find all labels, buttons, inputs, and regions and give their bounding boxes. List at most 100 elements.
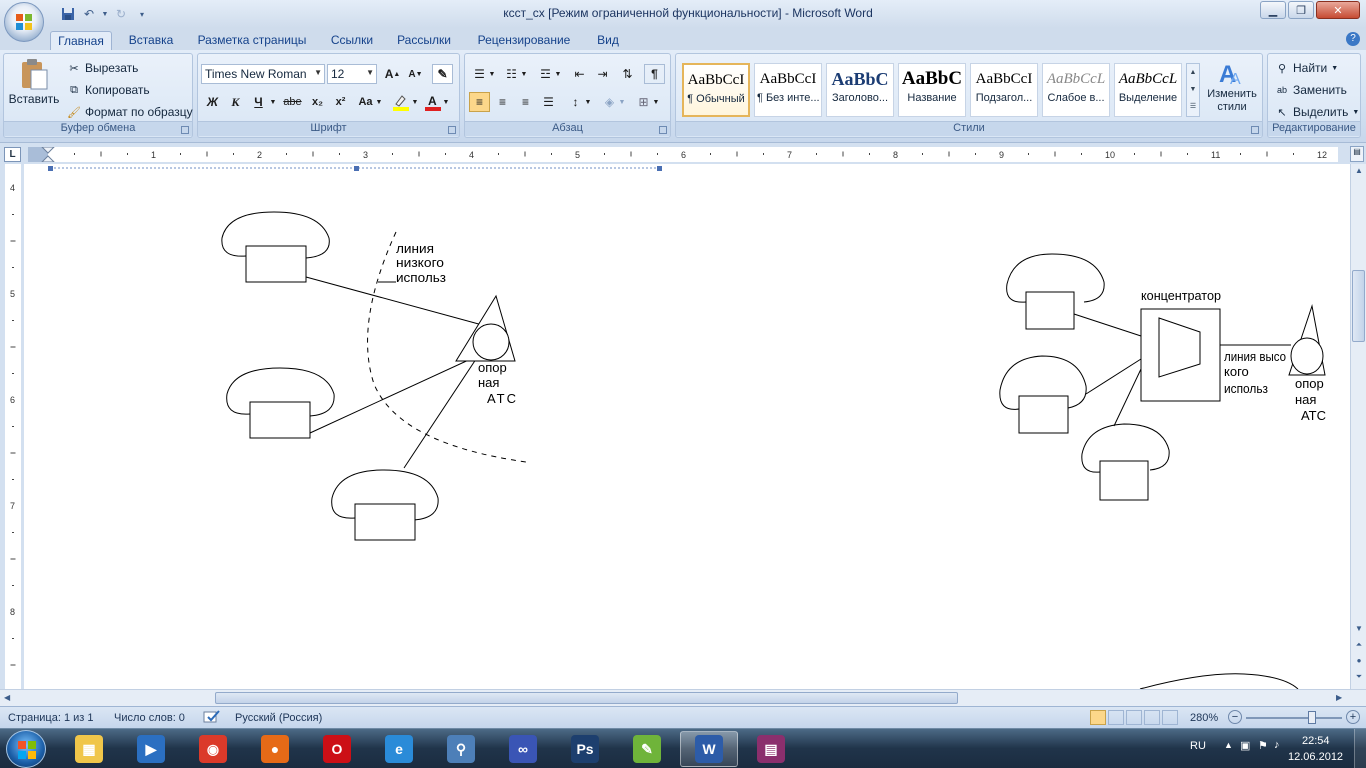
vertical-scroll-thumb[interactable] [1352, 270, 1365, 342]
clock-time[interactable]: 22:54 [1302, 735, 1330, 747]
tab-insert[interactable]: Вставка [120, 31, 182, 50]
zoom-slider[interactable] [1246, 717, 1342, 719]
language-indicator[interactable]: Русский (Россия) [235, 712, 322, 724]
highlight-dropdown-icon[interactable]: ▼ [410, 92, 420, 112]
tab-mailings[interactable]: Рассылки [390, 31, 458, 50]
zoom-in-icon[interactable]: + [1346, 710, 1360, 724]
decrease-indent-icon[interactable]: ⇤ [569, 64, 590, 84]
network-icon[interactable]: ▣ [1240, 739, 1250, 752]
taskbar-item[interactable]: Ps [556, 731, 614, 767]
highlight-icon[interactable] [390, 92, 411, 112]
taskbar-item[interactable]: ∞ [494, 731, 552, 767]
subscript-button[interactable]: x₂ [307, 92, 328, 112]
taskbar-item[interactable]: ◉ [184, 731, 242, 767]
tab-home[interactable]: Главная [50, 31, 112, 50]
font-name-select[interactable]: Times New Roman ▼ [201, 64, 325, 84]
flag-icon[interactable]: ⚑ [1258, 739, 1268, 752]
zoom-level[interactable]: 280% [1190, 712, 1218, 724]
taskbar-item[interactable]: ⚲ [432, 731, 490, 767]
shading-dropdown-icon[interactable]: ▼ [617, 92, 627, 112]
clear-formatting-icon[interactable]: ✎ [432, 64, 453, 84]
sort-icon[interactable]: ⇅ [617, 64, 638, 84]
show-hidden-icons[interactable]: ▲ [1224, 740, 1233, 750]
taskbar-item[interactable]: ▤ [742, 731, 800, 767]
align-right-icon[interactable]: ≡ [515, 92, 536, 112]
close-button[interactable]: ✕ [1316, 1, 1360, 19]
browse-object-icon[interactable]: ● [1353, 656, 1365, 668]
zoom-slider-thumb[interactable] [1308, 711, 1316, 724]
draft-view-icon[interactable] [1162, 710, 1178, 725]
volume-icon[interactable]: ♪ [1274, 739, 1280, 751]
tab-page-layout[interactable]: Разметка страницы [192, 31, 312, 50]
shrink-font-icon[interactable]: A ▼ [405, 64, 426, 84]
horizontal-scrollbar[interactable]: ◀ ▶ [0, 689, 1366, 706]
line-spacing-dropdown-icon[interactable]: ▼ [583, 92, 593, 112]
zoom-out-icon[interactable]: − [1228, 710, 1242, 724]
superscript-button[interactable]: x² [330, 92, 351, 112]
start-button[interactable] [6, 730, 46, 768]
tab-selector[interactable]: L [4, 147, 21, 162]
show-desktop-button[interactable] [1354, 729, 1366, 768]
style-normal[interactable]: AaBbCcI ¶ Обычный [682, 63, 750, 117]
show-marks-icon[interactable]: ¶ [644, 64, 665, 84]
proofing-icon[interactable] [203, 710, 221, 727]
web-layout-icon[interactable] [1126, 710, 1142, 725]
copy-button[interactable]: ⧉ Копировать [66, 82, 150, 98]
font-launcher-icon[interactable] [448, 126, 456, 134]
align-center-icon[interactable]: ≡ [492, 92, 513, 112]
scroll-up-icon[interactable]: ▲ [1353, 166, 1365, 178]
tab-references[interactable]: Ссылки [322, 31, 382, 50]
style-emphasis[interactable]: AaBbCcL Выделение [1114, 63, 1182, 117]
style-heading[interactable]: AaBbC Заголово... [826, 63, 894, 117]
select-button[interactable]: ↖ Выделить ▼ [1274, 104, 1359, 120]
vertical-scrollbar[interactable]: ▲ ▼ ⏶ ● ⏷ [1350, 164, 1366, 689]
taskbar-item[interactable]: ▶ [122, 731, 180, 767]
paste-button[interactable]: Вставить [8, 58, 60, 118]
bullets-dropdown-icon[interactable]: ▼ [487, 64, 497, 84]
underline-dropdown-icon[interactable]: ▼ [268, 92, 278, 112]
taskbar-item[interactable]: W [680, 731, 738, 767]
find-button[interactable]: ⚲ Найти ▼ [1274, 60, 1338, 76]
taskbar-item[interactable]: ▦ [60, 731, 118, 767]
cut-button[interactable]: ✂ Вырезать [66, 60, 138, 76]
change-styles-button[interactable]: AA Изменить стили [1204, 58, 1260, 114]
print-layout-icon[interactable] [1090, 710, 1106, 725]
vertical-ruler[interactable]: 4 5 6 7 8 [5, 164, 21, 692]
style-subtle-emphasis[interactable]: AaBbCcL Слабое в... [1042, 63, 1110, 117]
increase-indent-icon[interactable]: ⇥ [592, 64, 613, 84]
strikethrough-button[interactable]: abe [282, 92, 303, 112]
grow-font-icon[interactable]: A ▲ [382, 64, 403, 84]
change-case-dropdown-icon[interactable]: ▼ [374, 92, 384, 112]
page-indicator[interactable]: Страница: 1 из 1 [8, 712, 94, 724]
maximize-button[interactable]: ❐ [1288, 1, 1314, 19]
clipboard-launcher-icon[interactable] [181, 126, 189, 134]
taskbar-item[interactable]: ✎ [618, 731, 676, 767]
clock-date[interactable]: 12.06.2012 [1288, 751, 1343, 763]
align-left-icon[interactable]: ≡ [469, 92, 490, 112]
format-painter-button[interactable]: 🖌 Формат по образцу [66, 104, 193, 120]
outline-view-icon[interactable] [1144, 710, 1160, 725]
language-indicator[interactable]: RU [1190, 740, 1206, 752]
replace-button[interactable]: ab Заменить [1274, 82, 1347, 98]
scroll-down-icon[interactable]: ▼ [1353, 624, 1365, 636]
horizontal-scroll-thumb[interactable] [215, 692, 958, 704]
view-ruler-icon[interactable]: ▤ [1350, 146, 1364, 162]
style-subtitle[interactable]: AaBbCcI Подзагол... [970, 63, 1038, 117]
style-no-spacing[interactable]: AaBbCcI ¶ Без инте... [754, 63, 822, 117]
word-count[interactable]: Число слов: 0 [114, 712, 185, 724]
tab-view[interactable]: Вид [588, 31, 628, 50]
document-page[interactable]: линия низкого использ опор ная АТС конце… [24, 164, 1350, 689]
scroll-right-icon[interactable]: ▶ [1336, 693, 1342, 702]
next-page-icon[interactable]: ⏷ [1353, 672, 1365, 684]
underline-button[interactable]: Ч [248, 92, 269, 112]
help-icon[interactable]: ? [1346, 32, 1360, 46]
horizontal-ruler[interactable]: 1 2 3 4 5 6 7 8 9 10 11 12 [28, 146, 1347, 163]
numbering-dropdown-icon[interactable]: ▼ [519, 64, 529, 84]
font-color-icon[interactable]: A [422, 92, 443, 112]
styles-launcher-icon[interactable] [1251, 126, 1259, 134]
styles-gallery-scroll[interactable]: ▲ ▼ ☰ [1186, 63, 1200, 117]
justify-icon[interactable]: ☰ [538, 92, 559, 112]
taskbar-item[interactable]: ● [246, 731, 304, 767]
font-color-dropdown-icon[interactable]: ▼ [441, 92, 451, 112]
scroll-left-icon[interactable]: ◀ [4, 693, 10, 702]
